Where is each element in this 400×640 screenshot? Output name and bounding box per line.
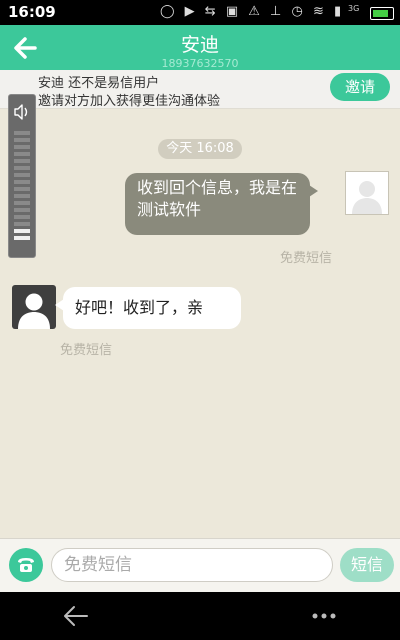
system-nav-bar — [0, 592, 400, 640]
chat-header: 安迪 18937632570 — [0, 25, 400, 70]
volume-bar — [14, 194, 30, 198]
volume-bar — [14, 138, 30, 142]
user-silhouette-icon — [352, 181, 382, 214]
volume-bar — [14, 166, 30, 170]
volume-level-bars[interactable] — [14, 131, 30, 243]
volume-bar — [14, 173, 30, 177]
incoming-message-bubble[interactable]: 好吧！收到了，亲 — [55, 287, 241, 329]
volume-bar — [14, 208, 30, 212]
timestamp-badge: 今天 16:08 — [158, 139, 242, 159]
status-time: 16:09 — [8, 3, 56, 21]
volume-bar — [14, 215, 30, 219]
user-silhouette-icon — [18, 293, 50, 329]
message-type-label: 免费短信 — [60, 343, 113, 358]
status-icons: ◯ ▶ ⇆ ▣ ⚠ ⊥ ◷ ≋ ▮ — [160, 4, 345, 19]
volume-bar — [14, 236, 30, 240]
network-type: 3G — [348, 4, 360, 13]
speaker-icon — [14, 104, 28, 120]
volume-bar — [14, 201, 30, 205]
page-title: 安迪 — [180, 34, 219, 56]
volume-bar — [14, 159, 30, 163]
phone-icon — [18, 558, 34, 572]
volume-bar — [14, 229, 30, 233]
my-avatar[interactable] — [345, 171, 389, 215]
volume-overlay[interactable] — [8, 94, 36, 258]
overflow-menu-icon[interactable] — [312, 613, 336, 619]
volume-bar — [14, 145, 30, 149]
volume-bar — [14, 187, 30, 191]
invite-status-text: 安迪 还不是易信用户 — [38, 76, 160, 91]
battery-icon — [370, 7, 394, 20]
message-text: 好吧！收到了，亲 — [75, 298, 204, 317]
nav-back-icon[interactable] — [62, 604, 90, 628]
volume-bar — [14, 222, 30, 226]
volume-bar — [14, 131, 30, 135]
invite-button[interactable]: 邀请 — [330, 73, 390, 101]
outgoing-message-bubble[interactable]: 收到回个信息，我是在测试软件 — [125, 173, 318, 235]
compose-bar: 短信 — [0, 538, 400, 593]
phone-number: 18937632570 — [161, 57, 239, 70]
invite-banner: 安迪 还不是易信用户 邀请对方加入获得更佳沟通体验 邀请 — [0, 70, 400, 109]
send-sms-button[interactable]: 短信 — [340, 548, 394, 582]
volume-bar — [14, 152, 30, 156]
invite-hint-text: 邀请对方加入获得更佳沟通体验 — [38, 94, 221, 109]
status-bar: 16:09 ◯ ▶ ⇆ ▣ ⚠ ⊥ ◷ ≋ ▮ 3G — [0, 0, 400, 25]
message-type-label: 免费短信 — [280, 251, 333, 266]
message-input[interactable] — [51, 548, 333, 582]
volume-bar — [14, 180, 30, 184]
call-button[interactable] — [9, 548, 43, 582]
message-text: 收到回个信息，我是在测试软件 — [137, 178, 298, 219]
contact-avatar[interactable] — [12, 285, 56, 329]
